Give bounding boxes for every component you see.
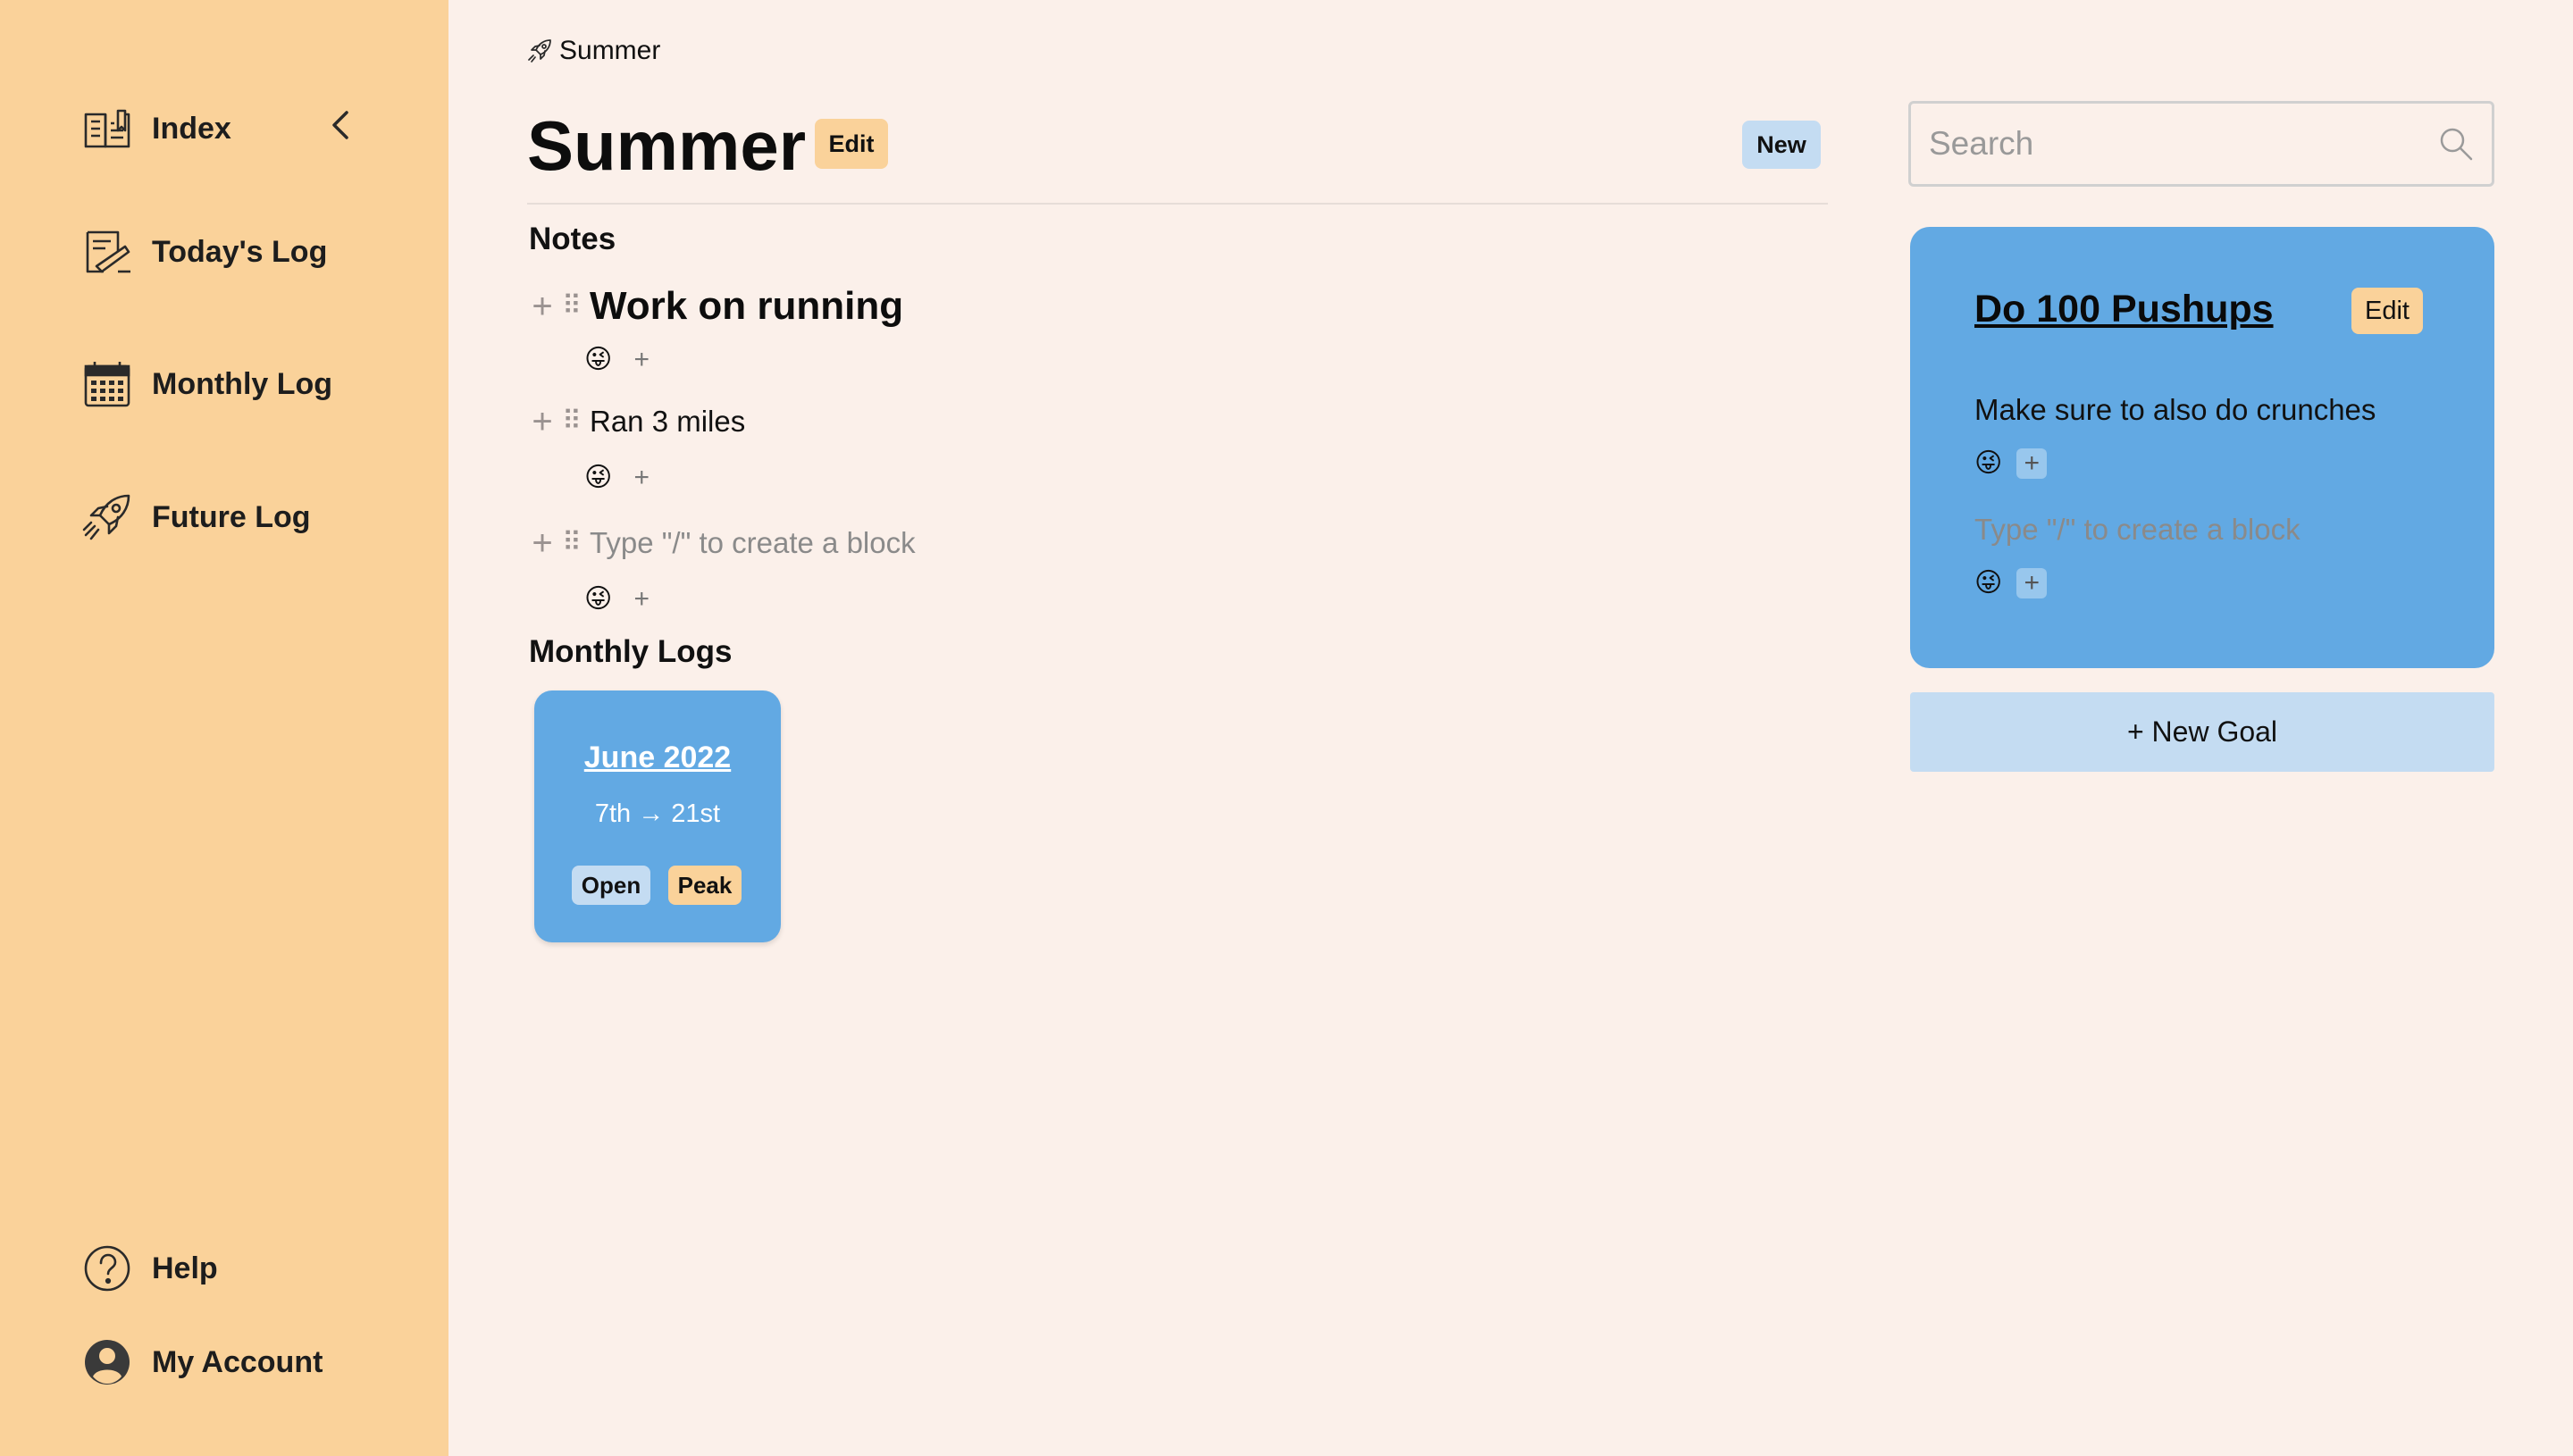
sidebar-item-monthly-log[interactable]: Monthly Log: [82, 356, 332, 413]
sidebar-item-label: Today's Log: [152, 234, 328, 269]
monthly-log-title[interactable]: June 2022: [534, 741, 781, 775]
new-button[interactable]: New: [1742, 121, 1821, 169]
search-box: [1908, 101, 2494, 187]
add-block-button[interactable]: +: [527, 525, 557, 561]
sidebar-item-todays-log[interactable]: Today's Log: [82, 223, 327, 280]
emoji-reaction[interactable]: 😜: [584, 345, 612, 375]
reaction-row: 😜 +: [584, 345, 657, 375]
goal-card: Do 100 Pushups Edit Make sure to also do…: [1910, 227, 2494, 668]
emoji-reaction[interactable]: 😜: [1974, 568, 2002, 598]
chevron-left-icon: [332, 111, 348, 139]
reaction-row: 😜 +: [584, 463, 657, 493]
sidebar-item-help[interactable]: Help: [82, 1240, 218, 1297]
divider: [527, 203, 1828, 205]
sidebar: Index Today's Log Monthly Log Future Log…: [0, 0, 448, 1456]
monthly-log-range: 7th → 21st: [594, 799, 721, 828]
calendar-icon: [82, 359, 132, 409]
rocket-icon: [82, 492, 132, 542]
sidebar-item-label: Future Log: [152, 499, 311, 534]
sidebar-item-label: Monthly Log: [152, 366, 333, 401]
rocket-icon: [528, 39, 551, 63]
block-placeholder[interactable]: Type "/" to create a block: [1974, 513, 2301, 547]
page-title: Summer: [527, 106, 807, 185]
monthly-logs-heading: Monthly Logs: [529, 634, 733, 669]
add-reaction-button[interactable]: +: [2016, 568, 2048, 598]
breadcrumb-label: Summer: [559, 36, 661, 65]
note-block: + ⠿ Ran 3 miles: [527, 404, 745, 439]
sidebar-item-future-log[interactable]: Future Log: [82, 489, 311, 546]
monthly-log-card[interactable]: June 2022 7th → 21st Open Peak: [534, 690, 781, 942]
block-placeholder[interactable]: Type "/" to create a block: [590, 526, 916, 560]
emoji-reaction[interactable]: 😜: [584, 584, 612, 615]
add-reaction-button[interactable]: +: [626, 463, 657, 493]
new-goal-button[interactable]: + New Goal: [1910, 692, 2494, 772]
drag-handle-icon[interactable]: ⠿: [557, 404, 584, 439]
drag-handle-icon[interactable]: ⠿: [557, 289, 584, 324]
sidebar-item-label: Index: [152, 111, 231, 146]
emoji-reaction[interactable]: 😜: [1974, 448, 2002, 479]
sidebar-item-label: My Account: [152, 1344, 323, 1379]
collapse-sidebar-button[interactable]: [322, 105, 357, 145]
add-reaction-button[interactable]: +: [2016, 448, 2048, 479]
edit-page-button[interactable]: Edit: [815, 119, 888, 169]
pen-paper-icon: [82, 227, 132, 277]
peak-button[interactable]: Peak: [668, 866, 742, 905]
add-reaction-button[interactable]: +: [626, 345, 657, 375]
add-reaction-button[interactable]: +: [626, 584, 657, 615]
note-block: + ⠿ Type "/" to create a block: [527, 525, 916, 561]
breadcrumb[interactable]: Summer: [527, 36, 660, 66]
goal-title[interactable]: Do 100 Pushups: [1974, 288, 2274, 331]
search-icon[interactable]: [2438, 126, 2474, 162]
add-block-button[interactable]: +: [527, 289, 557, 324]
note-heading-text[interactable]: Work on running: [590, 284, 903, 329]
add-block-button[interactable]: +: [527, 404, 557, 439]
note-block: + ⠿ Work on running: [527, 284, 903, 329]
account-icon: [82, 1337, 132, 1387]
book-icon: [82, 104, 132, 154]
open-button[interactable]: Open: [572, 866, 650, 905]
sidebar-item-index[interactable]: Index: [82, 100, 231, 157]
sidebar-item-my-account[interactable]: My Account: [82, 1334, 323, 1391]
reaction-row: 😜 +: [1974, 448, 2048, 479]
reaction-row: 😜 +: [1974, 568, 2048, 598]
help-icon: [82, 1243, 132, 1293]
reaction-row: 😜 +: [584, 584, 657, 615]
note-text[interactable]: Ran 3 miles: [590, 405, 745, 439]
emoji-reaction[interactable]: 😜: [584, 463, 612, 493]
search-input[interactable]: [1929, 125, 2438, 163]
goal-description[interactable]: Make sure to also do crunches: [1974, 393, 2376, 427]
edit-goal-button[interactable]: Edit: [2351, 288, 2423, 334]
sidebar-item-label: Help: [152, 1251, 218, 1285]
drag-handle-icon[interactable]: ⠿: [557, 525, 584, 561]
notes-heading: Notes: [529, 222, 616, 256]
